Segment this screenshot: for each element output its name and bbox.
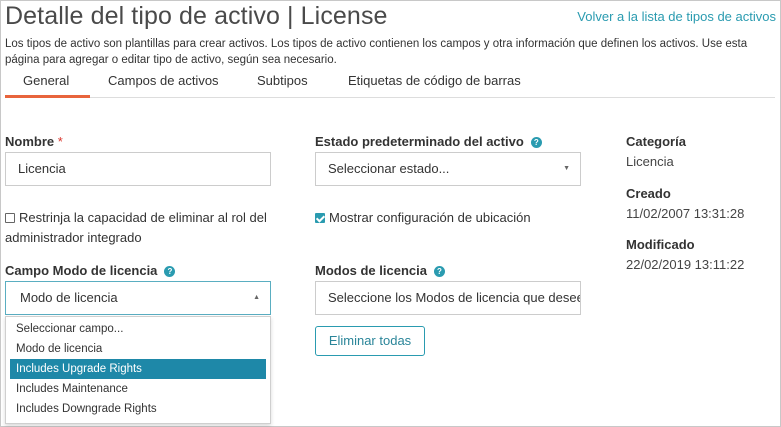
creado-value: 11/02/2007 13:31:28 — [626, 206, 745, 221]
modificado-value: 22/02/2019 13:11:22 — [626, 257, 745, 272]
modos-licencia-input[interactable]: Seleccione los Modos de licencia que des… — [315, 281, 581, 315]
nombre-label: Nombre * — [5, 134, 63, 149]
question-circle-icon[interactable]: ? — [433, 266, 445, 277]
show-location-label: Mostrar configuración de ubicación — [329, 210, 531, 225]
dropdown-option-highlighted[interactable]: Includes Upgrade Rights — [10, 359, 266, 379]
tab-general[interactable]: General — [23, 73, 69, 88]
page-description: Los tipos de activo son plantillas para … — [5, 38, 748, 66]
required-asterisk: * — [57, 134, 63, 149]
dropdown-option[interactable]: Includes Maintenance — [6, 379, 270, 399]
caret-down-icon: ▼ — [563, 165, 570, 172]
campo-modo-licencia-dropdown: Seleccionar campo... Modo de licencia In… — [5, 316, 271, 424]
restrict-delete-checkbox-row[interactable]: Restrinja la capacidad de eliminar al ro… — [5, 208, 275, 248]
categoria-label: Categoría — [626, 134, 686, 149]
creado-label: Creado — [626, 186, 671, 201]
modificado-label: Modificado — [626, 237, 695, 252]
active-tab-indicator — [5, 95, 90, 98]
estado-predeterminado-value: Seleccionar estado... — [328, 161, 450, 176]
modos-licencia-label: Modos de licencia? — [315, 263, 445, 278]
dropdown-option[interactable]: Seleccionar campo... — [6, 319, 270, 339]
nombre-input[interactable]: Licencia — [5, 152, 271, 186]
question-circle-icon[interactable]: ? — [530, 137, 542, 148]
back-to-list-link[interactable]: Volver a la lista de tipos de activos — [577, 9, 776, 24]
tab-etiquetas-codigo-barras[interactable]: Etiquetas de código de barras — [348, 73, 521, 88]
campo-modo-licencia-select[interactable]: Modo de licencia ▲ — [5, 281, 271, 315]
estado-predeterminado-label: Estado predeterminado del activo? — [315, 134, 542, 149]
restrict-delete-label: Restrinja la capacidad de eliminar al ro… — [5, 210, 267, 245]
tab-subtipos[interactable]: Subtipos — [257, 73, 308, 88]
show-location-checkbox[interactable] — [315, 213, 325, 223]
page-title: Detalle del tipo de activo | License — [5, 2, 388, 30]
show-location-checkbox-row[interactable]: Mostrar configuración de ubicación — [315, 208, 531, 228]
categoria-value: Licencia — [626, 154, 674, 169]
campo-modo-licencia-label: Campo Modo de licencia? — [5, 263, 176, 278]
question-circle-icon[interactable]: ? — [164, 266, 176, 277]
estado-predeterminado-select[interactable]: Seleccionar estado... ▼ — [315, 152, 581, 186]
tab-bar: General Campos de activos Subtipos Etiqu… — [5, 67, 775, 98]
remove-all-button[interactable]: Eliminar todas — [315, 326, 425, 356]
restrict-delete-checkbox[interactable] — [5, 213, 15, 223]
campo-modo-licencia-value: Modo de licencia — [20, 290, 118, 305]
tab-campos-de-activos[interactable]: Campos de activos — [108, 73, 219, 88]
dropdown-option[interactable]: Modo de licencia — [6, 339, 270, 359]
dropdown-option[interactable]: Includes Downgrade Rights — [6, 399, 270, 419]
caret-up-icon: ▲ — [253, 294, 260, 301]
